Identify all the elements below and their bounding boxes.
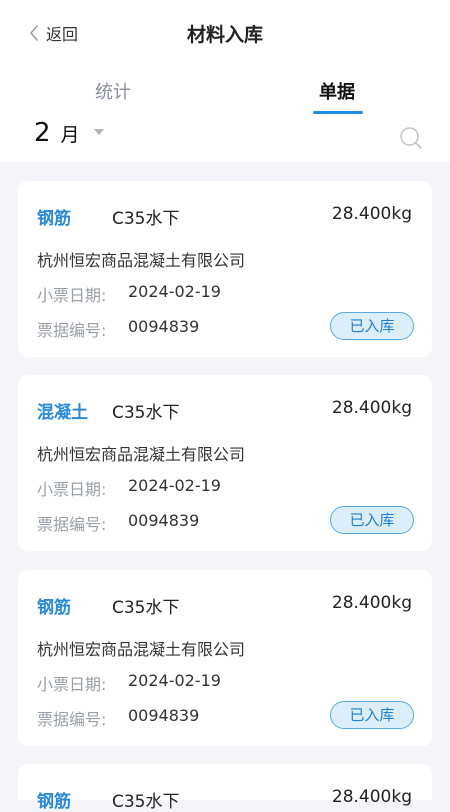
month-value: 2 bbox=[34, 118, 51, 148]
ticket-date-label: 小票日期: bbox=[37, 480, 107, 499]
ticket-date-label: 小票日期: bbox=[37, 675, 107, 694]
ticket-date: 2024-02-19 bbox=[128, 476, 221, 495]
month-selector[interactable]: 2 月 bbox=[34, 118, 104, 154]
caret-down-icon bbox=[93, 129, 104, 135]
tab-statistics[interactable]: 统计 bbox=[82, 78, 144, 104]
page-title: 材料入库 bbox=[186, 24, 263, 46]
month-unit: 月 bbox=[60, 124, 80, 146]
material-spec: C35水下 bbox=[112, 403, 180, 423]
record-card[interactable]: 钢筋 C35水下 28.400kg 杭州恒宏商品混凝土有限公司 小票日期: 20… bbox=[18, 570, 432, 746]
ticket-date-label: 小票日期: bbox=[37, 286, 107, 305]
ticket-number: 0094839 bbox=[128, 706, 200, 725]
material-category: 钢筋 bbox=[37, 598, 71, 618]
supplier-name: 杭州恒宏商品混凝土有限公司 bbox=[37, 640, 246, 659]
record-card[interactable]: 钢筋 C35水下 28.400kg bbox=[18, 764, 432, 812]
ticket-date: 2024-02-19 bbox=[128, 671, 221, 690]
ticket-number-label: 票据编号: bbox=[37, 710, 107, 729]
supplier-name: 杭州恒宏商品混凝土有限公司 bbox=[37, 445, 246, 464]
ticket-number-label: 票据编号: bbox=[37, 515, 107, 534]
status-badge: 已入库 bbox=[330, 506, 414, 534]
material-weight: 28.400kg bbox=[331, 398, 412, 418]
material-weight: 28.400kg bbox=[331, 593, 412, 613]
active-tab-indicator bbox=[313, 111, 363, 114]
header-panel: 返回 材料入库 统计 单据 2 月 bbox=[0, 0, 450, 162]
status-badge: 已入库 bbox=[330, 312, 414, 340]
ticket-number-label: 票据编号: bbox=[37, 321, 107, 340]
supplier-name: 杭州恒宏商品混凝土有限公司 bbox=[37, 251, 246, 270]
ticket-date: 2024-02-19 bbox=[128, 282, 221, 301]
material-weight: 28.400kg bbox=[331, 787, 412, 807]
record-card[interactable]: 钢筋 C35水下 28.400kg 杭州恒宏商品混凝土有限公司 小票日期: 20… bbox=[18, 181, 432, 357]
tab-documents[interactable]: 单据 bbox=[306, 78, 368, 104]
material-spec: C35水下 bbox=[112, 598, 180, 618]
search-icon[interactable] bbox=[398, 125, 424, 151]
status-badge: 已入库 bbox=[330, 701, 414, 729]
record-card[interactable]: 混凝土 C35水下 28.400kg 杭州恒宏商品混凝土有限公司 小票日期: 2… bbox=[18, 375, 432, 551]
material-category: 钢筋 bbox=[37, 209, 71, 229]
material-category: 混凝土 bbox=[37, 403, 88, 423]
material-weight: 28.400kg bbox=[331, 204, 412, 224]
material-spec: C35水下 bbox=[112, 209, 180, 229]
ticket-number: 0094839 bbox=[128, 317, 200, 336]
ticket-number: 0094839 bbox=[128, 511, 200, 530]
